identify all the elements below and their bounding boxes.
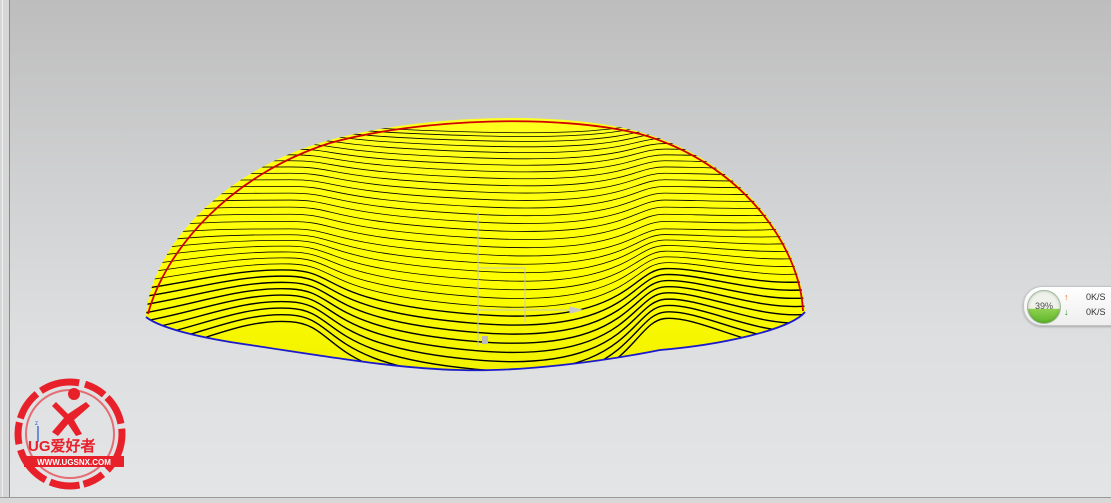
download-speed: 0K/S — [1086, 307, 1106, 317]
upload-speed: 0K/S — [1086, 292, 1106, 302]
ug-logo-icon: UG爱好者 WWW.UGSNX.COM z — [14, 378, 126, 490]
network-percent: 39% — [1034, 301, 1053, 311]
download-row: ↓ 0K/S — [1064, 307, 1106, 317]
upload-row: ↑ 0K/S — [1064, 292, 1106, 302]
graphics-window[interactable]: 39% ↑ 0K/S ↓ 0K/S UG爱好者 WWW.UGSNX.COM z — [0, 0, 1111, 503]
dome-surface-model[interactable] — [0, 0, 1111, 503]
network-ball-icon: 39% — [1027, 290, 1061, 324]
arrow-down-icon: ↓ — [1064, 307, 1069, 317]
arrow-up-icon: ↑ — [1064, 292, 1069, 302]
status-bar-edge — [0, 497, 1111, 503]
network-speed-widget[interactable]: 39% ↑ 0K/S ↓ 0K/S — [1023, 286, 1111, 326]
svg-text:z: z — [35, 421, 38, 427]
logo-url: WWW.UGSNX.COM — [37, 458, 111, 467]
